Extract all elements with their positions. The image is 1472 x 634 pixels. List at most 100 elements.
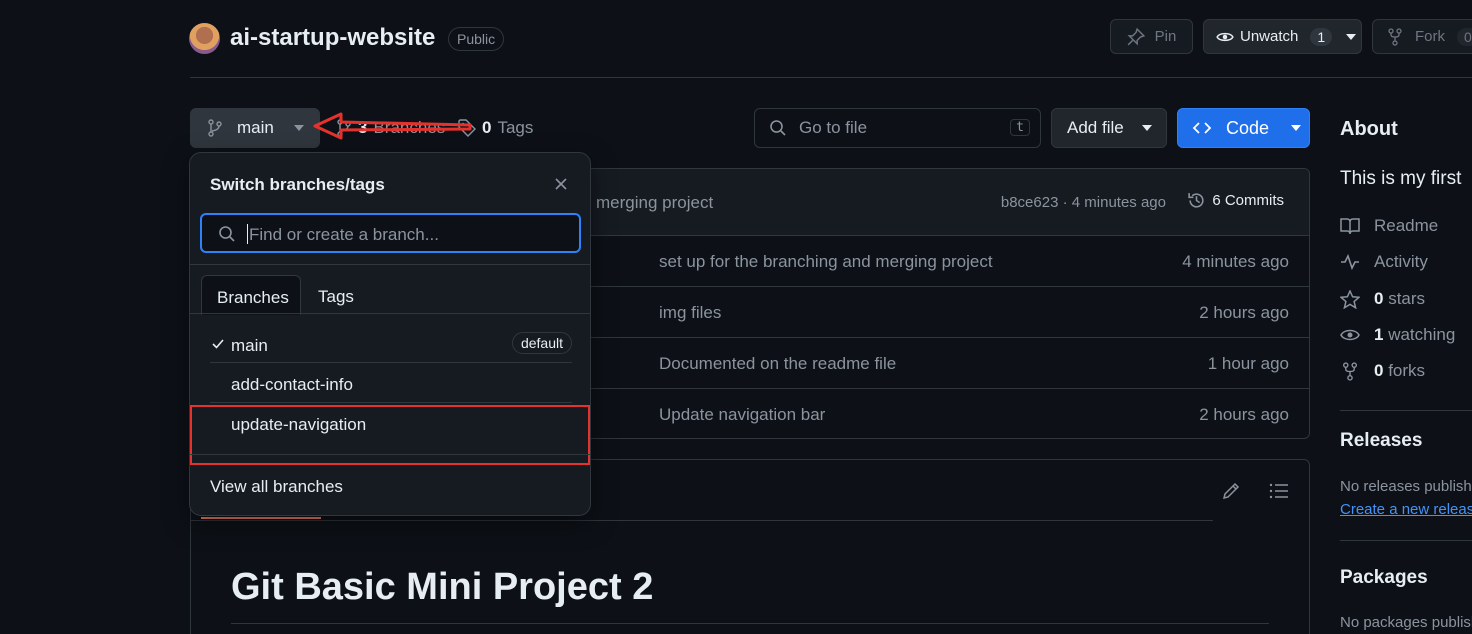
stars-label: stars xyxy=(1388,289,1426,308)
code-button[interactable]: Code xyxy=(1177,108,1310,148)
annotation-arrow xyxy=(313,112,472,140)
git-branch-icon xyxy=(207,119,223,137)
star-icon xyxy=(1340,289,1360,309)
caret-down-icon xyxy=(1346,33,1357,40)
caret-down-icon xyxy=(293,125,304,131)
tab-branches[interactable]: Branches xyxy=(201,275,301,315)
go-to-file-placeholder: Go to file xyxy=(799,118,868,137)
caret-down-icon xyxy=(1291,125,1302,131)
search-icon xyxy=(769,119,787,137)
forks-label: forks xyxy=(1388,361,1426,380)
fork-button[interactable]: Fork 0 xyxy=(1372,19,1472,54)
branch-item-add-contact-info[interactable]: add-contact-info xyxy=(210,365,572,403)
pin-label: Pin xyxy=(1154,28,1177,45)
dropdown-divider xyxy=(190,264,590,265)
book-icon xyxy=(1340,217,1360,235)
commits-count: 6 Commits xyxy=(1212,192,1284,209)
branch-name: main xyxy=(237,118,274,137)
branch-item-main[interactable]: main default xyxy=(210,329,572,363)
sidebar-divider xyxy=(1340,540,1472,541)
branch-dropdown: Switch branches/tags Find or create a br… xyxy=(189,152,591,516)
unwatch-button[interactable]: Unwatch 1 xyxy=(1203,19,1362,54)
commit-hash-time[interactable]: b8ce623 · 4 minutes ago xyxy=(1001,194,1166,211)
fork-icon xyxy=(1340,361,1360,381)
tabs-divider xyxy=(190,313,590,314)
readme-label: Readme xyxy=(1374,216,1439,235)
forks-count: 0 xyxy=(1374,361,1384,380)
readme-heading: Git Basic Mini Project 2 xyxy=(231,566,654,608)
branch-item-label: add-contact-info xyxy=(231,375,353,394)
fork-label: Fork xyxy=(1415,28,1445,45)
fork-count: 0 xyxy=(1457,27,1472,46)
watching-link[interactable]: 1 watching xyxy=(1340,325,1455,345)
unwatch-label: Unwatch xyxy=(1240,28,1299,45)
about-description: This is my first xyxy=(1340,168,1462,189)
sidebar-divider xyxy=(1340,410,1472,411)
branch-search-placeholder: Find or create a branch... xyxy=(249,225,439,244)
about-heading: About xyxy=(1340,118,1398,140)
tab-branches-label: Branches xyxy=(217,288,289,307)
file-commit-time: 4 minutes ago xyxy=(1182,252,1289,271)
add-file-label: Add file xyxy=(1067,118,1124,137)
stars-link[interactable]: 0 stars xyxy=(1340,289,1425,309)
check-icon xyxy=(212,339,224,349)
readme-link[interactable]: Readme xyxy=(1340,216,1438,236)
activity-label: Activity xyxy=(1374,252,1428,271)
shortcut-key: t xyxy=(1010,119,1030,136)
code-icon xyxy=(1192,120,1212,136)
stars-count: 0 xyxy=(1374,289,1384,308)
branch-search-input[interactable]: Find or create a branch... xyxy=(200,213,581,253)
go-to-file-input[interactable]: Go to file t xyxy=(754,108,1041,148)
watching-label: watching xyxy=(1388,325,1456,344)
watching-count: 1 xyxy=(1374,325,1384,344)
commit-message[interactable]: merging project xyxy=(596,193,713,213)
commits-link[interactable]: 6 Commits xyxy=(1187,191,1284,210)
dropdown-title: Switch branches/tags xyxy=(210,175,385,194)
file-commit-message[interactable]: Update navigation bar xyxy=(659,405,825,425)
code-label: Code xyxy=(1226,117,1270,138)
text-cursor xyxy=(247,224,248,244)
caret-down-icon xyxy=(1141,125,1152,131)
create-release-link[interactable]: Create a new release xyxy=(1340,501,1472,518)
releases-empty-text: No releases publishe xyxy=(1340,478,1472,495)
file-commit-message[interactable]: img files xyxy=(659,303,721,323)
eye-icon xyxy=(1216,28,1234,46)
readme-tab-underline xyxy=(201,517,321,519)
edit-pencil-icon[interactable] xyxy=(1221,481,1241,501)
tags-label: Tags xyxy=(497,118,534,137)
packages-empty-text: No packages publish xyxy=(1340,614,1472,631)
eye-icon xyxy=(1340,326,1360,344)
repo-avatar[interactable] xyxy=(189,23,220,54)
tags-count: 0 xyxy=(482,118,492,137)
readme-heading-divider xyxy=(231,623,1269,624)
view-all-branches-link[interactable]: View all branches xyxy=(210,477,343,497)
file-commit-message[interactable]: set up for the branching and merging pro… xyxy=(659,252,993,272)
pin-button[interactable]: Pin xyxy=(1110,19,1193,54)
repo-name[interactable]: ai-startup-website xyxy=(230,24,435,52)
watch-count: 1 xyxy=(1310,27,1333,46)
outline-list-icon[interactable] xyxy=(1269,482,1289,500)
forks-link[interactable]: 0 forks xyxy=(1340,361,1425,381)
fork-icon xyxy=(1387,27,1403,46)
releases-heading[interactable]: Releases xyxy=(1340,430,1422,452)
activity-link[interactable]: Activity xyxy=(1340,252,1428,272)
tab-tags[interactable]: Tags xyxy=(318,287,354,307)
close-icon[interactable] xyxy=(554,177,568,191)
file-commit-time: 2 hours ago xyxy=(1199,303,1289,322)
visibility-badge: Public xyxy=(448,27,505,51)
file-commit-time: 1 hour ago xyxy=(1207,354,1289,373)
file-commit-message[interactable]: Documented on the readme file xyxy=(659,354,896,374)
branch-selector-button[interactable]: main xyxy=(190,108,320,148)
pulse-icon xyxy=(1340,253,1360,271)
readme-header-divider xyxy=(191,520,1213,521)
search-icon xyxy=(218,225,236,243)
branch-item-label: main xyxy=(231,336,268,355)
header-divider xyxy=(190,77,1472,78)
history-icon xyxy=(1187,191,1206,210)
add-file-button[interactable]: Add file xyxy=(1051,108,1167,148)
annotation-highlight-box xyxy=(190,405,590,465)
dropdown-footer-divider xyxy=(190,454,590,455)
pin-icon xyxy=(1127,27,1145,46)
default-badge: default xyxy=(511,332,572,354)
packages-heading[interactable]: Packages xyxy=(1340,567,1428,589)
